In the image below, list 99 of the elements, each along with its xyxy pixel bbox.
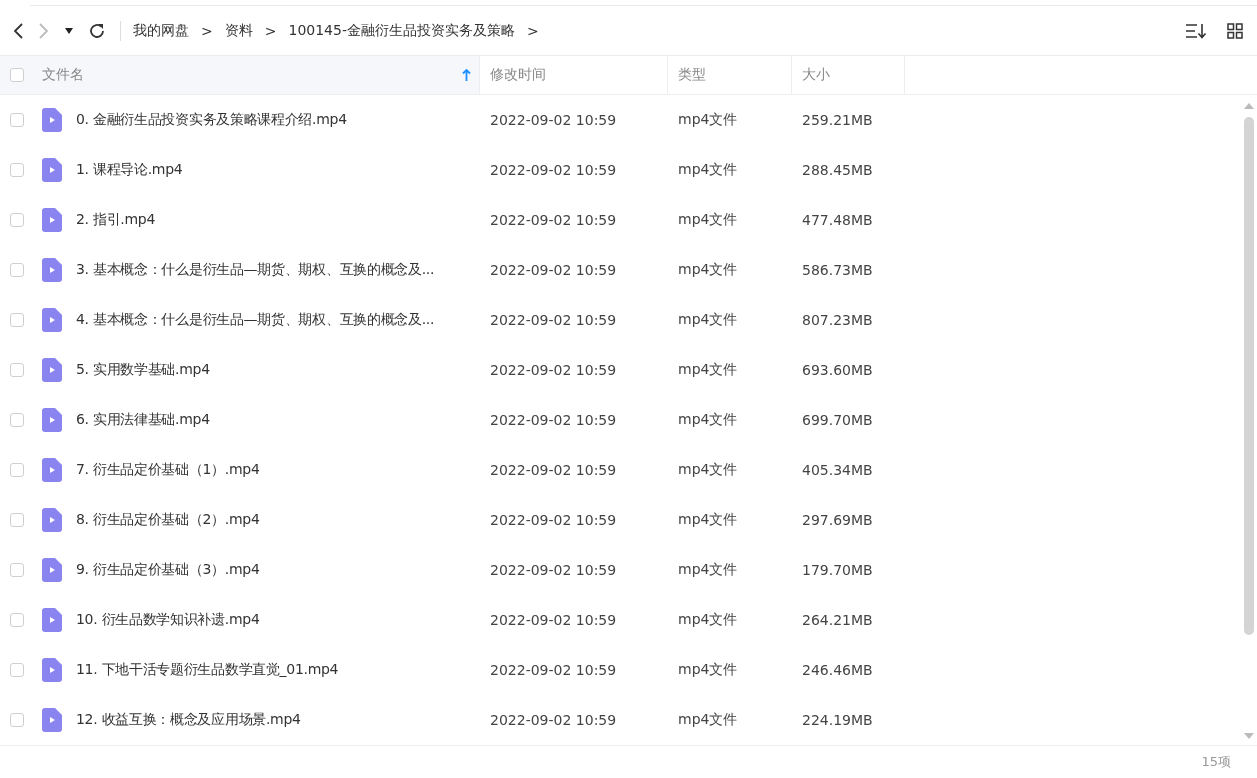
forward-icon: [38, 21, 50, 40]
file-name[interactable]: 6. 实用法律基础.mp4: [76, 411, 210, 429]
video-file-icon: [42, 408, 62, 432]
row-checkbox[interactable]: [10, 113, 24, 127]
file-size: 259.21MB: [802, 112, 873, 128]
video-file-icon: [42, 258, 62, 282]
file-type: mp4文件: [678, 311, 738, 327]
select-all-checkbox[interactable]: [10, 68, 24, 82]
file-name[interactable]: 4. 基本概念：什么是衍生品—期货、期权、互换的概念及...: [76, 311, 435, 329]
back-icon: [12, 21, 24, 40]
scrollbar-thumb[interactable]: [1244, 117, 1254, 635]
file-type: mp4文件: [678, 661, 738, 677]
file-type: mp4文件: [678, 161, 738, 177]
modified-time: 2022-09-02 10:59: [490, 662, 617, 678]
file-name[interactable]: 7. 衍生品定价基础（1）.mp4: [76, 461, 260, 479]
row-checkbox[interactable]: [10, 613, 24, 627]
sort-order-icon[interactable]: [1185, 22, 1207, 39]
modified-time: 2022-09-02 10:59: [490, 112, 617, 128]
column-header[interactable]: 大小: [802, 66, 830, 84]
file-size: 477.48MB: [802, 212, 873, 228]
modified-time: 2022-09-02 10:59: [490, 312, 617, 328]
breadcrumb-separator: >: [526, 22, 539, 39]
file-size: 693.60MB: [802, 362, 873, 378]
file-size: 288.45MB: [802, 162, 873, 178]
file-size: 699.70MB: [802, 412, 873, 428]
modified-time: 2022-09-02 10:59: [490, 412, 617, 428]
file-type: mp4文件: [678, 711, 738, 727]
video-file-icon: [42, 308, 62, 332]
file-size: 246.46MB: [802, 662, 873, 678]
column-header[interactable]: 修改时间: [490, 66, 546, 84]
video-file-icon: [42, 608, 62, 632]
grid-view-icon[interactable]: [1227, 22, 1243, 39]
scroll-up-icon[interactable]: [1244, 103, 1254, 109]
file-type: mp4文件: [678, 111, 738, 127]
file-size: 224.19MB: [802, 712, 873, 728]
breadcrumb-link[interactable]: 我的网盘: [133, 21, 189, 40]
breadcrumb-link[interactable]: 资料: [224, 21, 253, 40]
modified-time: 2022-09-02 10:59: [490, 562, 617, 578]
modified-time: 2022-09-02 10:59: [490, 362, 617, 378]
breadcrumb-separator: >: [264, 22, 277, 39]
file-size: 179.70MB: [802, 562, 873, 578]
file-name[interactable]: 12. 收益互换：概念及应用场景.mp4: [76, 711, 301, 729]
video-file-icon: [42, 458, 62, 482]
breadcrumb-link[interactable]: 100145-金融衍生品投资实务及策略: [288, 21, 515, 40]
video-file-icon: [42, 358, 62, 382]
scroll-down-icon[interactable]: [1244, 733, 1254, 739]
file-name[interactable]: 10. 衍生品数学知识补遗.mp4: [76, 611, 260, 629]
breadcrumb-separator: >: [201, 22, 213, 39]
row-checkbox[interactable]: [10, 563, 24, 577]
video-file-icon: [42, 158, 62, 182]
file-name[interactable]: 2. 指引.mp4: [76, 211, 155, 229]
caret-icon: [64, 26, 74, 35]
file-type: mp4文件: [678, 561, 738, 577]
modified-time: 2022-09-02 10:59: [490, 512, 617, 528]
column-header[interactable]: 类型: [678, 66, 706, 84]
file-name[interactable]: 1. 课程导论.mp4: [76, 161, 183, 179]
modified-time: 2022-09-02 10:59: [490, 262, 617, 278]
video-file-icon: [42, 558, 62, 582]
row-checkbox[interactable]: [10, 463, 24, 477]
file-size: 586.73MB: [802, 262, 873, 278]
row-checkbox[interactable]: [10, 163, 24, 177]
file-name[interactable]: 0. 金融衍生品投资实务及策略课程介绍.mp4: [76, 111, 347, 129]
row-checkbox[interactable]: [10, 513, 24, 527]
file-name[interactable]: 11. 下地干活专题衍生品数学直觉_01.mp4: [76, 661, 339, 679]
row-checkbox[interactable]: [10, 663, 24, 677]
sort-arrow-icon: [462, 69, 471, 81]
file-size: 405.34MB: [802, 462, 873, 478]
file-type: mp4文件: [678, 361, 738, 377]
video-file-icon: [42, 508, 62, 532]
video-file-icon: [42, 208, 62, 232]
file-name[interactable]: 3. 基本概念：什么是衍生品—期货、期权、互换的概念及...: [76, 261, 435, 279]
row-checkbox[interactable]: [10, 413, 24, 427]
row-checkbox[interactable]: [10, 313, 24, 327]
row-checkbox[interactable]: [10, 213, 24, 227]
modified-time: 2022-09-02 10:59: [490, 212, 617, 228]
video-file-icon: [42, 658, 62, 682]
modified-time: 2022-09-02 10:59: [490, 462, 617, 478]
file-type: mp4文件: [678, 611, 738, 627]
file-size: 297.69MB: [802, 512, 873, 528]
file-type: mp4文件: [678, 211, 738, 227]
row-checkbox[interactable]: [10, 363, 24, 377]
file-name[interactable]: 8. 衍生品定价基础（2）.mp4: [76, 511, 260, 529]
file-type: mp4文件: [678, 411, 738, 427]
file-name[interactable]: 5. 实用数学基础.mp4: [76, 361, 210, 379]
modified-time: 2022-09-02 10:59: [490, 712, 617, 728]
file-type: mp4文件: [678, 461, 738, 477]
file-size: 807.23MB: [802, 312, 873, 328]
row-checkbox[interactable]: [10, 713, 24, 727]
row-checkbox[interactable]: [10, 263, 24, 277]
file-type: mp4文件: [678, 511, 738, 527]
modified-time: 2022-09-02 10:59: [490, 612, 617, 628]
modified-time: 2022-09-02 10:59: [490, 162, 617, 178]
item-count: 15项: [1201, 753, 1231, 771]
refresh-icon: [88, 21, 106, 40]
file-type: mp4文件: [678, 261, 738, 277]
video-file-icon: [42, 708, 62, 732]
file-name[interactable]: 9. 衍生品定价基础（3）.mp4: [76, 561, 260, 579]
video-file-icon: [42, 108, 62, 132]
file-size: 264.21MB: [802, 612, 873, 628]
